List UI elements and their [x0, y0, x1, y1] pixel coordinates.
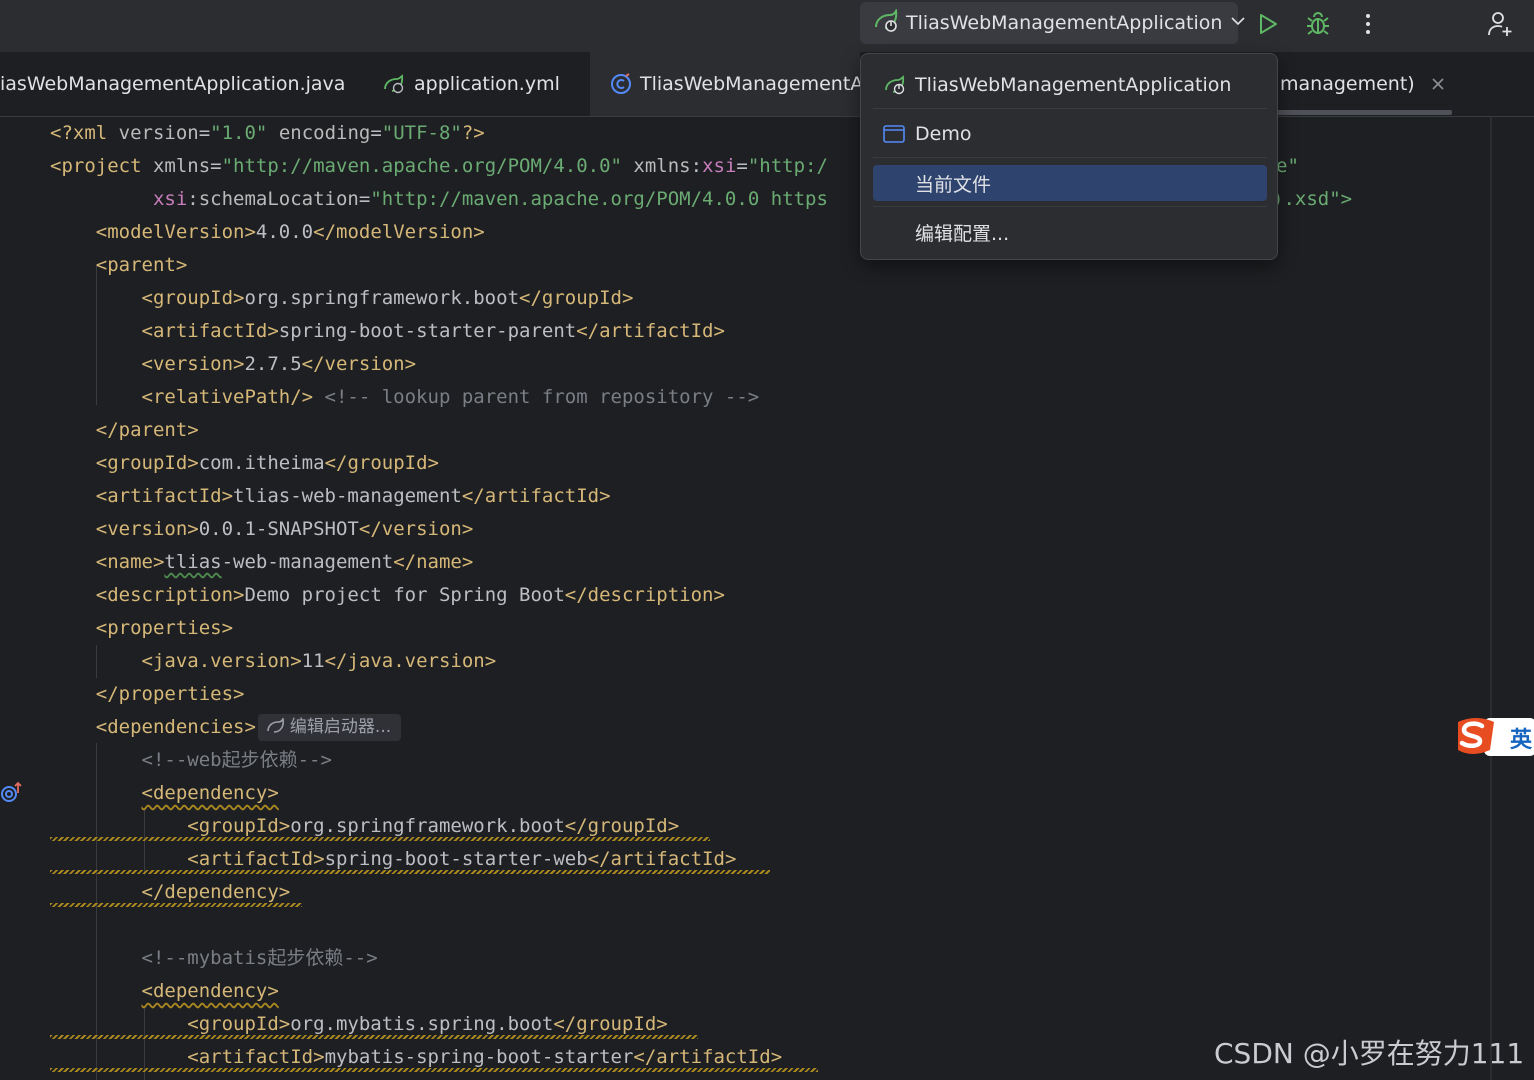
run-config-name: TliasWebManagementApplication — [906, 12, 1223, 34]
code-line: <!--mybatis起步依赖--> — [141, 947, 378, 969]
dropdown-separator — [873, 206, 1267, 207]
code-line: <groupId>com.itheima</groupId> — [95, 452, 439, 474]
tab-application-yml[interactable]: application.yml — [382, 52, 560, 116]
code-editor[interactable]: <?xml version="1.0" encoding="UTF-8"?> <… — [46, 117, 1490, 1080]
add-user-icon[interactable] — [1486, 10, 1514, 38]
chevron-down-icon — [1230, 13, 1246, 33]
code-line: <dependencies> 编辑启动器... — [50, 711, 402, 744]
run-icon[interactable] — [1254, 10, 1282, 38]
code-line: </parent> — [95, 419, 199, 441]
code-line: <artifactId>spring-boot-starter-parent</… — [141, 320, 725, 342]
debug-icon[interactable] — [1304, 10, 1332, 38]
tab-main-class[interactable]: TliasWebManagementAp — [610, 52, 875, 116]
code-line: xsi:schemaLocation="http://maven.apache.… — [152, 188, 828, 210]
code-line-tail: ).xsd"> — [1272, 188, 1353, 210]
code-line: <dependency> — [141, 782, 279, 804]
code-line: <java.version>11</java.version> — [141, 650, 497, 672]
editor-gutter — [0, 117, 46, 1080]
dropdown-item-label: TliasWebManagementApplication — [915, 74, 1232, 96]
editor-scrollbar[interactable] — [1490, 117, 1492, 1080]
dropdown-separator — [873, 157, 1267, 158]
watermark: CSDN @小罗在努力111 — [1214, 1037, 1525, 1070]
code-line: <?xml version="1.0" encoding="UTF-8"?> — [50, 122, 485, 144]
active-tab-indicator — [1270, 110, 1452, 115]
warning-underline — [50, 870, 770, 874]
class-icon — [610, 73, 632, 95]
application-window-icon — [883, 125, 907, 143]
code-line: <description>Demo project for Spring Boo… — [95, 584, 725, 606]
code-line: <properties> — [95, 617, 234, 639]
warning-underline — [50, 837, 710, 841]
warning-underline — [50, 1068, 818, 1072]
spring-boot-icon — [872, 7, 900, 37]
dropdown-item-label: 当前文件 — [915, 173, 992, 196]
spring-boot-icon — [382, 73, 406, 95]
code-line: <dependency> — [141, 980, 279, 1002]
code-line: <version>2.7.5</version> — [141, 353, 417, 375]
code-line: <name>tlias-web-management</name> — [95, 551, 474, 573]
dropdown-item-label: Demo — [915, 123, 972, 145]
run-config-selector[interactable]: TliasWebManagementApplication — [860, 2, 1246, 44]
dropdown-item-demo[interactable]: Demo — [873, 116, 1267, 152]
navigate-up-icon[interactable] — [0, 781, 24, 807]
code-line: <project xmlns="http://maven.apache.org/… — [50, 155, 828, 177]
title-bar: TliasWebManagementApplication — [0, 0, 1534, 52]
code-line: <artifactId>tlias-web-management</artifa… — [95, 485, 611, 507]
code-line: <!--web起步依赖--> — [141, 749, 332, 771]
tab-label: iasWebManagementApplication.java — [0, 73, 346, 95]
tab-label: application.yml — [414, 73, 560, 95]
spring-boot-icon — [883, 74, 907, 96]
code-line: </properties> — [95, 683, 245, 705]
tab-label: TliasWebManagementAp — [640, 73, 876, 95]
code-line: <relativePath/> <!-- lookup parent from … — [141, 386, 760, 408]
dropdown-item-edit-configs[interactable]: 编辑配置... — [873, 214, 1267, 250]
more-vert-icon[interactable] — [1354, 10, 1382, 38]
close-icon[interactable] — [1431, 77, 1445, 91]
warning-underline — [50, 1035, 698, 1039]
edit-starters-chip[interactable]: 编辑启动器... — [257, 714, 402, 741]
ime-language-label: 英 — [1510, 728, 1533, 753]
run-config-dropdown: TliasWebManagementApplication Demo 当前文件 … — [860, 53, 1278, 260]
tab-label: management) — [1280, 73, 1415, 95]
code-line: <parent> — [95, 254, 188, 276]
code-line: <version>0.0.1-SNAPSHOT</version> — [95, 518, 474, 540]
warning-underline — [50, 903, 302, 907]
dropdown-item-current-file[interactable]: 当前文件 — [873, 165, 1267, 201]
code-line: <groupId>org.springframework.boot</group… — [141, 287, 634, 309]
dropdown-item-tlias-app[interactable]: TliasWebManagementApplication — [873, 67, 1267, 103]
spring-boot-icon — [267, 716, 284, 733]
ime-status-badge[interactable]: 英 — [1454, 712, 1534, 758]
tab-pom-xml[interactable]: management) — [1280, 52, 1445, 116]
code-line-tail: e" — [1276, 155, 1299, 177]
code-line: <modelVersion>4.0.0</modelVersion> — [95, 221, 485, 243]
tab-application-java[interactable]: iasWebManagementApplication.java — [0, 52, 345, 116]
dropdown-item-label: 编辑配置... — [915, 222, 1010, 245]
dropdown-separator — [873, 108, 1267, 109]
